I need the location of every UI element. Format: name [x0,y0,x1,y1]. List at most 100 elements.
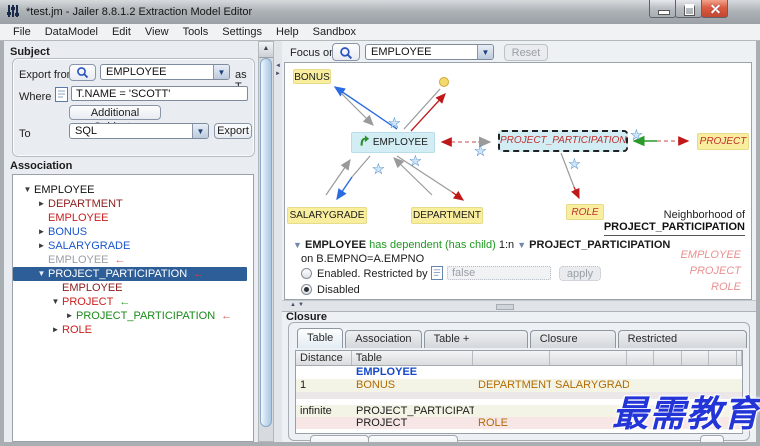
menu-view[interactable]: View [138,25,176,39]
tree-item-employee-child[interactable]: EMPLOYEE [13,281,253,295]
splitter-up-icon[interactable]: ▲ [290,302,296,308]
tree-item-department[interactable]: ► DEPARTMENT [13,197,253,211]
tree-item-label[interactable]: PROJECT [62,296,113,308]
tree-collapsed-icon[interactable]: ► [35,239,48,253]
column-header-empty[interactable] [709,351,738,365]
restriction-condition-input[interactable] [447,266,551,280]
graph-node-department[interactable]: DEPARTMENT [411,207,483,224]
menu-file[interactable]: File [6,25,38,39]
subject-search-button[interactable] [69,64,96,81]
graph-node-salarygrade[interactable]: SALARYGRADE [287,207,367,224]
focus-table-combo[interactable]: EMPLOYEE ▼ [365,44,494,60]
tree-item-project[interactable]: ▼ PROJECT ← [13,295,253,309]
tree-item-role[interactable]: ► ROLE [13,323,253,337]
where-condition-input[interactable] [71,86,248,101]
tree-expanded-icon[interactable]: ▼ [49,295,62,309]
tree-expanded-icon[interactable]: ▼ [21,183,34,197]
tree-item-bonus[interactable]: ► BONUS [13,225,253,239]
splitter-grip[interactable] [496,304,514,310]
tab-closure-border[interactable]: Closure Border [529,330,616,362]
tree-item-label[interactable]: EMPLOYEE [34,184,95,196]
scroll-up-button[interactable]: ▲ [259,42,273,58]
condition-editor-icon[interactable] [55,87,68,105]
tree-item-salarygrade[interactable]: ► SALARYGRADE [13,239,253,253]
menu-tools[interactable]: Tools [176,25,216,39]
apply-button[interactable]: apply [559,266,601,281]
maximize-button[interactable] [675,0,702,18]
tree-item-project-participation-child[interactable]: ► PROJECT_PARTICIPATION ← [13,309,253,323]
tree-item-employee-root[interactable]: ▼ EMPLOYEE [13,183,253,197]
restriction-editor-icon[interactable] [431,266,443,283]
focus-on-label: Focus on [290,47,336,59]
menu-edit[interactable]: Edit [105,25,138,39]
column-header-empty[interactable] [627,351,655,365]
tab-restricted-dependencies[interactable]: Restricted Dependencies [617,330,747,362]
close-button[interactable] [701,0,728,18]
tree-item-project-participation-selected[interactable]: ▼ PROJECT_PARTICIPATION ← [13,267,247,281]
graph-node-project[interactable]: PROJECT [697,133,749,150]
cell-distance: infinite [300,405,332,417]
table-row[interactable]: EMPLOYEE [296,366,742,379]
graph-node-bonus[interactable]: BONUS [293,69,331,84]
reset-button[interactable]: Reset [504,44,548,61]
tab-association[interactable]: Association [345,330,422,348]
tree-item-label[interactable]: PROJECT_PARTICIPATION [48,268,187,280]
bottom-partial-button[interactable] [368,435,458,442]
graph-node-employee[interactable]: EMPLOYEE [351,132,435,153]
tree-item-label[interactable]: SALARYGRADE [48,240,130,252]
tree-item-employee[interactable]: EMPLOYEE [13,211,253,225]
column-header-empty[interactable] [550,351,628,365]
horizontal-splitter[interactable]: ▲ ▼ [282,300,756,312]
column-header-distance[interactable]: Distance [296,351,352,365]
export-button[interactable]: Export [214,123,252,139]
disabled-radio[interactable] [301,284,312,295]
back-arrow-icon: ← [221,310,233,322]
minimize-button[interactable] [649,0,676,18]
column-header-empty[interactable] [473,351,550,365]
splitter-down-icon[interactable]: ▼ [298,302,304,308]
svg-text:★: ★ [631,128,642,142]
scrollbar-thumb[interactable] [260,58,272,427]
column-header-table[interactable]: Table [352,351,474,365]
graph-node-project-participation[interactable]: PROJECT_PARTICIPATION [498,130,628,152]
chevron-down-icon[interactable]: ▼ [213,65,229,79]
additional-subjects-button[interactable]: Additional Subjects [69,105,161,133]
tree-item-label[interactable]: DEPARTMENT [48,198,123,210]
column-header-empty[interactable] [682,351,710,365]
enabled-label: Enabled. Restricted by [317,268,428,280]
splitter-collapse-right-icon[interactable]: ► [275,71,281,77]
export-from-combo[interactable]: EMPLOYEE ▼ [100,64,230,80]
tab-table[interactable]: Table [297,328,344,348]
vertical-splitter[interactable]: ◄ ► [274,41,282,442]
tree-collapsed-icon[interactable]: ► [35,225,48,239]
tree-item-label[interactable]: ROLE [62,324,92,336]
column-header-empty[interactable] [654,351,683,365]
graph-node-role[interactable]: ROLE [566,204,604,220]
left-panel-scrollbar[interactable]: ▲ [258,41,274,442]
menu-settings[interactable]: Settings [215,25,269,39]
tree-item-label[interactable]: EMPLOYEE [62,282,123,294]
tree-item-label[interactable]: BONUS [48,226,87,238]
menu-help[interactable]: Help [269,25,306,39]
title-bar[interactable]: *test.jm - Jailer 8.8.1.2 Extraction Mod… [0,0,760,25]
enabled-radio[interactable] [301,268,312,279]
bottom-partial-button[interactable] [310,435,369,442]
tab-table-association[interactable]: Table + Association [423,330,528,362]
tree-item-label[interactable]: PROJECT_PARTICIPATION [76,310,215,322]
menu-sandbox[interactable]: Sandbox [306,25,363,39]
model-graph-canvas[interactable]: ★ ★ ★ ★ ★ ★ BONUS EMPLOYEE PROJECT_PARTICIPA… [284,62,752,300]
tree-expanded-icon[interactable]: ▼ [35,267,48,281]
tree-item-label[interactable]: EMPLOYEE [48,254,109,266]
tree-item-employee-ignored[interactable]: EMPLOYEE ← [13,253,253,267]
tree-collapsed-icon[interactable]: ► [49,323,62,337]
tree-item-label[interactable]: EMPLOYEE [48,212,109,224]
chevron-down-icon[interactable]: ▼ [477,45,493,59]
export-format-combo[interactable]: SQL ▼ [69,123,209,139]
watermark-text: 最需教育 [612,393,760,434]
focus-search-button[interactable] [332,43,360,61]
tree-collapsed-icon[interactable]: ► [63,309,76,323]
splitter-collapse-left-icon[interactable]: ◄ [275,63,281,69]
menu-datamodel[interactable]: DataModel [38,25,105,39]
chevron-down-icon[interactable]: ▼ [192,124,208,138]
tree-collapsed-icon[interactable]: ► [35,197,48,211]
